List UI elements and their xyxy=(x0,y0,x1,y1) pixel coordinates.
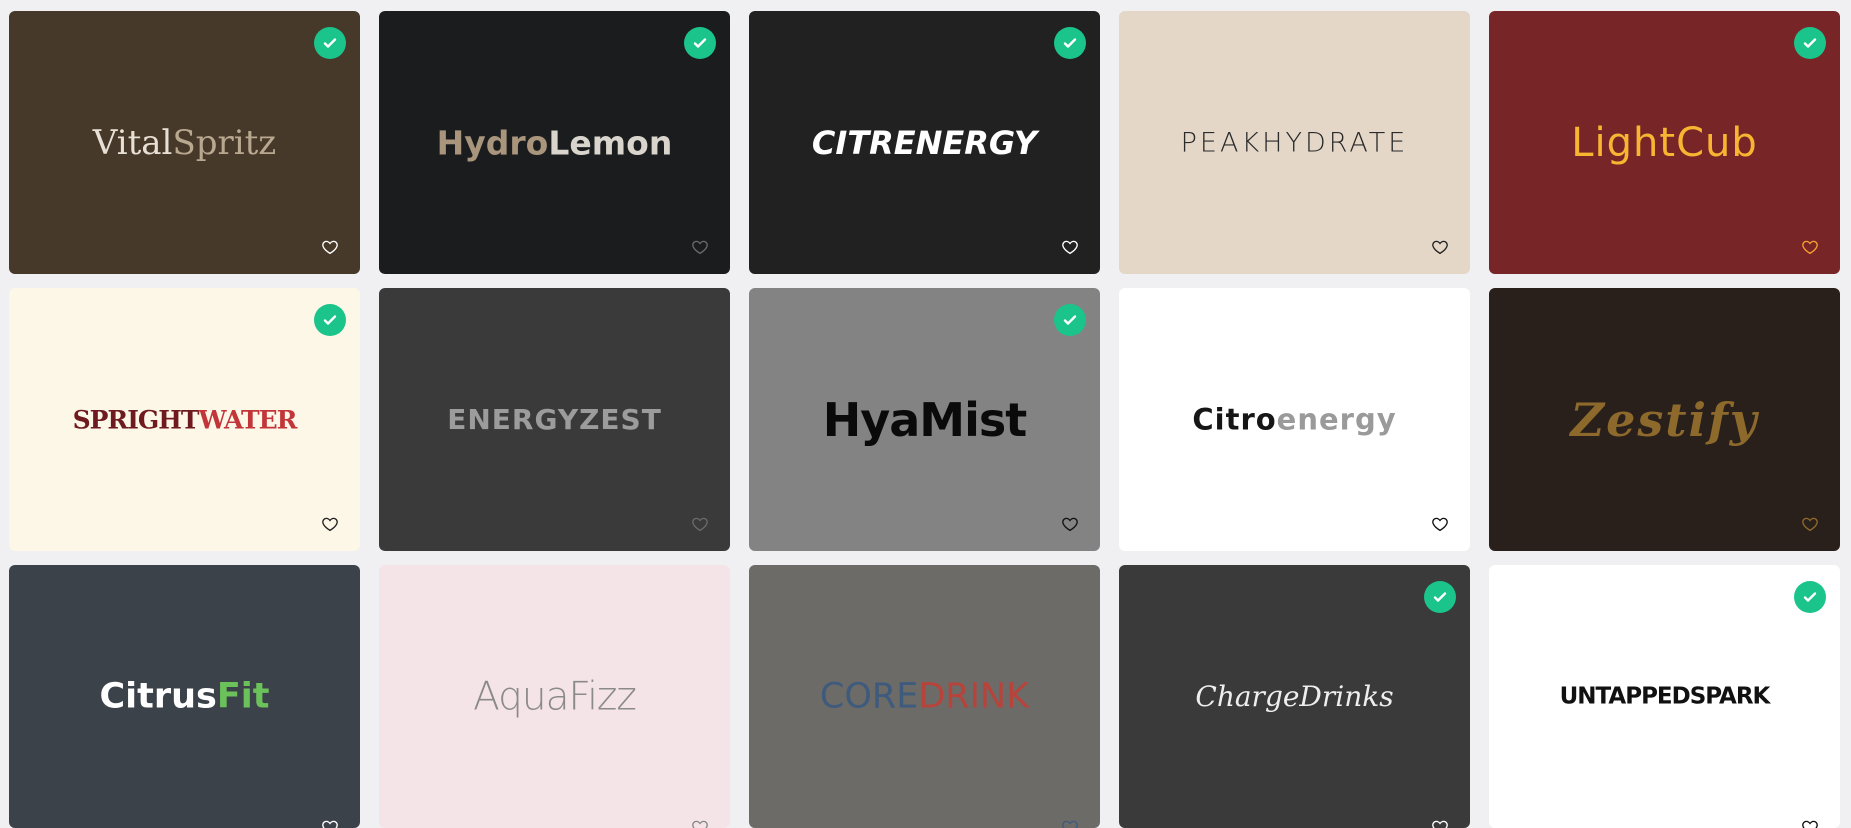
logo-text: SPRIGHTWATER xyxy=(72,405,298,434)
logo-text: HyaMist xyxy=(822,392,1027,447)
heart-icon[interactable] xyxy=(1431,238,1449,256)
logo-card-coredrink[interactable]: COREDRINK xyxy=(749,565,1100,828)
heart-icon[interactable] xyxy=(691,238,709,256)
logo-text: UNTAPPEDSPARK xyxy=(1559,683,1771,709)
logo-card-vitalspritz[interactable]: VitalSpritz xyxy=(9,11,360,274)
logo-text: ChargeDrinks xyxy=(1195,679,1394,713)
logo-card-peakhydrate[interactable]: PEAKHYDRATE xyxy=(1119,11,1470,274)
logo-card-energyzest[interactable]: ENERGYZEST xyxy=(379,288,730,551)
logo-card-citrenergy[interactable]: CITRENERGY xyxy=(749,11,1100,274)
logo-card-hyamist[interactable]: HyaMist xyxy=(749,288,1100,551)
checkmark-icon[interactable] xyxy=(314,27,346,59)
heart-icon[interactable] xyxy=(691,515,709,533)
checkmark-icon[interactable] xyxy=(1794,581,1826,613)
heart-icon[interactable] xyxy=(691,818,709,828)
heart-icon[interactable] xyxy=(1061,515,1079,533)
logo-text: Zestify xyxy=(1570,392,1759,447)
heart-icon[interactable] xyxy=(321,515,339,533)
logo-card-hydrolemon[interactable]: HydroLemon xyxy=(379,11,730,274)
checkmark-icon[interactable] xyxy=(1054,304,1086,336)
checkmark-icon[interactable] xyxy=(314,304,346,336)
checkmark-icon[interactable] xyxy=(684,27,716,59)
logo-card-sprightwater[interactable]: SPRIGHTWATER xyxy=(9,288,360,551)
logo-card-zestify[interactable]: Zestify xyxy=(1489,288,1840,551)
heart-icon[interactable] xyxy=(1061,818,1079,828)
heart-icon[interactable] xyxy=(1801,515,1819,533)
logo-text: Citroenergy xyxy=(1192,402,1397,436)
checkmark-icon[interactable] xyxy=(1794,27,1826,59)
logo-card-chargedrinks[interactable]: ChargeDrinks xyxy=(1119,565,1470,828)
logo-card-citrusfit[interactable]: CitrusFit xyxy=(9,565,360,828)
logo-text: ENERGYZEST xyxy=(447,402,662,436)
heart-icon[interactable] xyxy=(1061,238,1079,256)
logo-grid: VitalSpritz HydroLemon CITRENERGY PEAKHY… xyxy=(9,11,1840,828)
heart-icon[interactable] xyxy=(1801,238,1819,256)
logo-text: HydroLemon xyxy=(436,123,673,162)
heart-icon[interactable] xyxy=(1431,515,1449,533)
logo-card-citroenergy[interactable]: Citroenergy xyxy=(1119,288,1470,551)
heart-icon[interactable] xyxy=(321,238,339,256)
heart-icon[interactable] xyxy=(1801,818,1819,828)
checkmark-icon[interactable] xyxy=(1054,27,1086,59)
logo-card-aquafizz[interactable]: AquaFizz xyxy=(379,565,730,828)
logo-card-untappedspark[interactable]: UNTAPPEDSPARK xyxy=(1489,565,1840,828)
heart-icon[interactable] xyxy=(1431,818,1449,828)
logo-card-lightcub[interactable]: LightCub xyxy=(1489,11,1840,274)
heart-icon[interactable] xyxy=(321,818,339,828)
logo-text: VitalSpritz xyxy=(92,122,277,163)
checkmark-icon[interactable] xyxy=(1424,581,1456,613)
logo-text: PEAKHYDRATE xyxy=(1180,127,1409,158)
logo-text: COREDRINK xyxy=(819,676,1030,716)
logo-text: CITRENERGY xyxy=(811,123,1038,162)
logo-text: CitrusFit xyxy=(99,676,270,716)
logo-text: AquaFizz xyxy=(473,674,637,719)
logo-text: LightCub xyxy=(1571,119,1758,166)
